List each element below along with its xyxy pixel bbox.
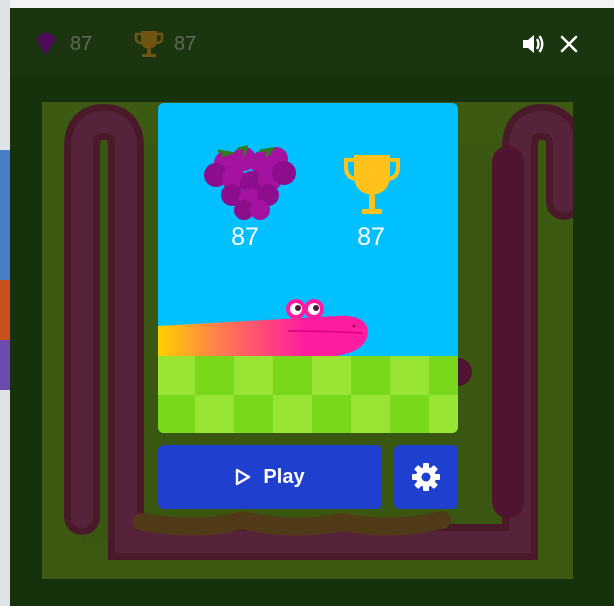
checkered-grass — [158, 356, 458, 433]
game-over-card: 87 87 — [158, 103, 458, 433]
background-thumbnail — [0, 280, 10, 340]
grapes-icon — [204, 144, 296, 220]
game-window: 87 87 87 87 Play — [10, 8, 614, 606]
trophy-icon — [344, 155, 400, 214]
sound-toggle-button[interactable] — [519, 30, 547, 58]
trophy-icon — [134, 31, 164, 57]
play-label: Play — [263, 465, 305, 488]
background-page-edge — [0, 0, 10, 606]
trophy-count: 87 — [174, 32, 197, 55]
trophy-counter: 87 — [134, 28, 196, 60]
close-button[interactable] — [555, 30, 583, 58]
speaker-icon — [523, 35, 544, 53]
best-value: 87 — [357, 223, 385, 251]
purple-fruit-icon — [36, 33, 56, 55]
score-value: 87 — [231, 223, 259, 251]
gear-icon — [412, 463, 440, 491]
apple-count: 87 — [70, 32, 93, 55]
background-thumbnail — [0, 150, 10, 280]
play-button[interactable]: Play — [158, 445, 382, 509]
play-icon — [236, 468, 251, 486]
background-thumbnail — [0, 340, 10, 390]
close-icon — [560, 35, 578, 53]
apple-counter: 87 — [32, 28, 92, 60]
game-header: 87 87 — [10, 8, 614, 76]
settings-button[interactable] — [394, 445, 458, 509]
